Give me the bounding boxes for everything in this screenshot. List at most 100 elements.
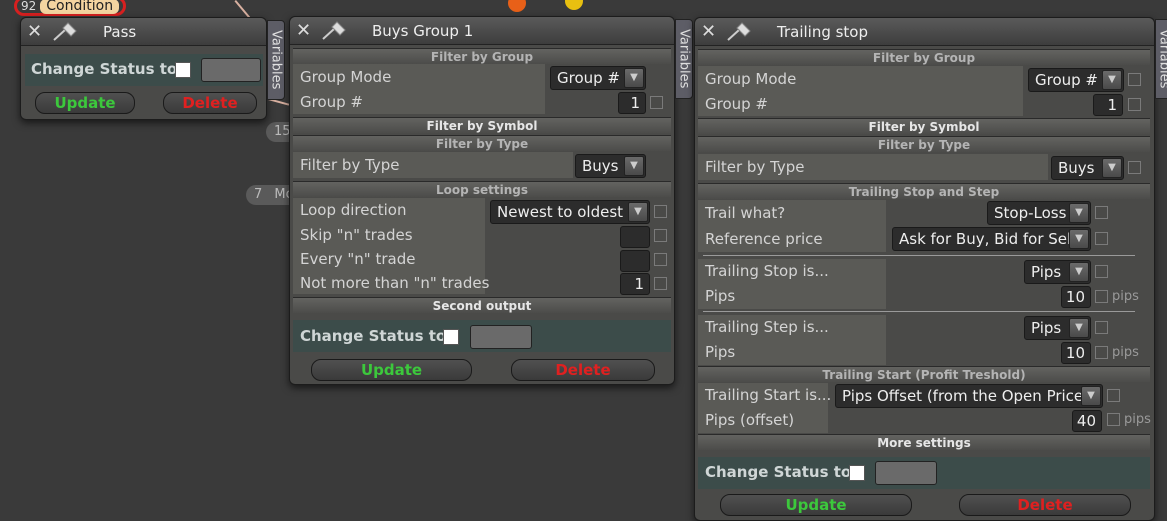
- status-input[interactable]: [470, 325, 532, 349]
- status-checkbox[interactable]: [849, 465, 865, 481]
- close-icon[interactable]: ✕: [701, 21, 716, 43]
- skip-trades-input[interactable]: [620, 226, 650, 248]
- delete-button[interactable]: Delete: [511, 359, 655, 381]
- filter-type-label: Filter by Type: [300, 156, 400, 174]
- buys-group-panel: ✕ Buys Group 1 Filter by Group Group Mod…: [289, 16, 675, 385]
- filter-type-value: Buys: [1058, 159, 1095, 177]
- section-filter-type: Filter by Type: [698, 136, 1150, 152]
- dropdown-arrow-icon: ▼: [624, 68, 644, 88]
- update-button[interactable]: Update: [35, 92, 135, 114]
- pass-variables-tab[interactable]: Variables: [267, 20, 285, 100]
- pips-offset-input[interactable]: 40: [1072, 410, 1102, 432]
- trail-what-checkbox[interactable]: [1095, 206, 1108, 219]
- section-more-settings: More settings: [698, 434, 1150, 450]
- pass-title: Pass: [103, 23, 137, 41]
- status-checkbox[interactable]: [443, 329, 459, 345]
- trailing-step-dropdown[interactable]: Pips ▼: [1024, 316, 1091, 340]
- pin-icon[interactable]: [320, 21, 348, 41]
- section-filter-symbol: Filter by Symbol: [698, 118, 1150, 134]
- pips-unit: pips: [1112, 345, 1139, 360]
- condition-number: 92: [21, 0, 37, 13]
- dropdown-arrow-icon: ▼: [1069, 318, 1089, 338]
- pips-offset-checkbox[interactable]: [1107, 413, 1120, 426]
- group-num-input[interactable]: 1: [618, 92, 646, 114]
- group-mode-dropdown[interactable]: Group # ▼: [550, 66, 646, 90]
- node-7-number: 7: [254, 187, 263, 202]
- reference-price-value: Ask for Buy, Bid for Sell: [899, 230, 1076, 248]
- group-mode-dropdown[interactable]: Group # ▼: [1028, 68, 1124, 92]
- condition-label: Condition: [40, 0, 120, 14]
- section-second-output: Second output: [293, 297, 671, 313]
- trailing-stop-label: Trailing Stop is...: [705, 262, 829, 280]
- pass-titlebar[interactable]: ✕ Pass: [21, 18, 266, 46]
- section-filter-group: Filter by Group: [293, 48, 671, 64]
- dropdown-arrow-icon: ▼: [1081, 386, 1101, 406]
- every-trade-input[interactable]: [620, 250, 650, 272]
- filter-type-dropdown[interactable]: Buys ▼: [575, 154, 646, 178]
- pips-input[interactable]: 10: [1061, 342, 1091, 364]
- dropdown-arrow-icon: ▼: [1069, 203, 1089, 223]
- reference-price-label: Reference price: [705, 230, 823, 248]
- filter-type-dropdown[interactable]: Buys ▼: [1051, 156, 1124, 180]
- pips-checkbox[interactable]: [1095, 346, 1108, 359]
- reference-price-dropdown[interactable]: Ask for Buy, Bid for Sell ▼: [892, 227, 1091, 251]
- group-num-checkbox[interactable]: [1128, 98, 1141, 111]
- pips-label: Pips: [705, 343, 736, 361]
- buys-variables-tab[interactable]: Variables: [675, 19, 693, 99]
- trailing-stop-dropdown[interactable]: Pips ▼: [1024, 260, 1091, 284]
- dropdown-arrow-icon: ▼: [1069, 262, 1089, 282]
- section-trailing-start: Trailing Start (Profit Treshold): [698, 366, 1150, 382]
- group-num-input[interactable]: 1: [1093, 94, 1123, 116]
- update-button[interactable]: Update: [311, 359, 472, 381]
- loop-direction-dropdown[interactable]: Newest to oldest ▼: [490, 200, 650, 224]
- pips-checkbox[interactable]: [1095, 290, 1108, 303]
- trailing-start-checkbox[interactable]: [1107, 389, 1120, 402]
- group-num-checkbox[interactable]: [650, 96, 663, 109]
- filter-type-checkbox[interactable]: [1128, 161, 1141, 174]
- update-button[interactable]: Update: [720, 494, 912, 516]
- status-input[interactable]: [875, 461, 937, 485]
- yellow-connector-dot[interactable]: [565, 0, 583, 10]
- status-checkbox[interactable]: [175, 62, 191, 78]
- trailing-stop-value: Pips: [1031, 263, 1062, 281]
- status-label: Change Status to: [31, 60, 178, 78]
- every-trade-label: Every "n" trade: [300, 250, 416, 268]
- filter-type-label: Filter by Type: [705, 158, 805, 176]
- reference-price-checkbox[interactable]: [1095, 232, 1108, 245]
- pips-label: Pips: [705, 287, 736, 305]
- skip-trades-checkbox[interactable]: [654, 229, 667, 242]
- trail-variables-tab[interactable]: Variables: [1155, 19, 1167, 99]
- buys-title: Buys Group 1: [372, 22, 474, 40]
- trail-what-dropdown[interactable]: Stop-Loss ▼: [987, 201, 1091, 225]
- pass-panel: ✕ Pass Change Status to Update Delete: [20, 17, 267, 120]
- delete-button[interactable]: Delete: [959, 494, 1131, 516]
- not-more-input[interactable]: 1: [620, 273, 650, 295]
- dropdown-arrow-icon: ▼: [1102, 158, 1122, 178]
- trailing-start-dropdown[interactable]: Pips Offset (from the Open Price) ▼: [835, 384, 1103, 408]
- loop-direction-checkbox[interactable]: [654, 205, 667, 218]
- pips-input[interactable]: 10: [1061, 286, 1091, 308]
- connection-line: [234, 0, 251, 19]
- status-row: Change Status to: [25, 54, 263, 86]
- group-mode-label: Group Mode: [300, 68, 392, 86]
- pin-icon[interactable]: [725, 22, 753, 42]
- trail-titlebar[interactable]: ✕ Trailing stop: [695, 18, 1154, 46]
- group-mode-checkbox[interactable]: [1128, 73, 1141, 86]
- delete-button[interactable]: Delete: [163, 92, 257, 114]
- trailing-stop-checkbox[interactable]: [1095, 265, 1108, 278]
- trailing-step-label: Trailing Step is...: [705, 318, 829, 336]
- trailing-start-label: Trailing Start is...: [705, 386, 832, 404]
- status-label: Change Status to: [300, 327, 447, 345]
- close-icon[interactable]: ✕: [296, 20, 311, 42]
- close-icon[interactable]: ✕: [27, 21, 42, 43]
- divider: [703, 311, 1135, 312]
- status-input[interactable]: [201, 58, 261, 82]
- buys-titlebar[interactable]: ✕ Buys Group 1: [290, 17, 674, 45]
- condition-node[interactable]: 92 Condition: [14, 0, 127, 16]
- every-trade-checkbox[interactable]: [654, 253, 667, 266]
- group-num-label: Group #: [300, 93, 364, 111]
- not-more-checkbox[interactable]: [654, 277, 667, 290]
- orange-connector-dot[interactable]: [508, 0, 526, 12]
- pin-icon[interactable]: [51, 22, 79, 42]
- trailing-step-checkbox[interactable]: [1095, 321, 1108, 334]
